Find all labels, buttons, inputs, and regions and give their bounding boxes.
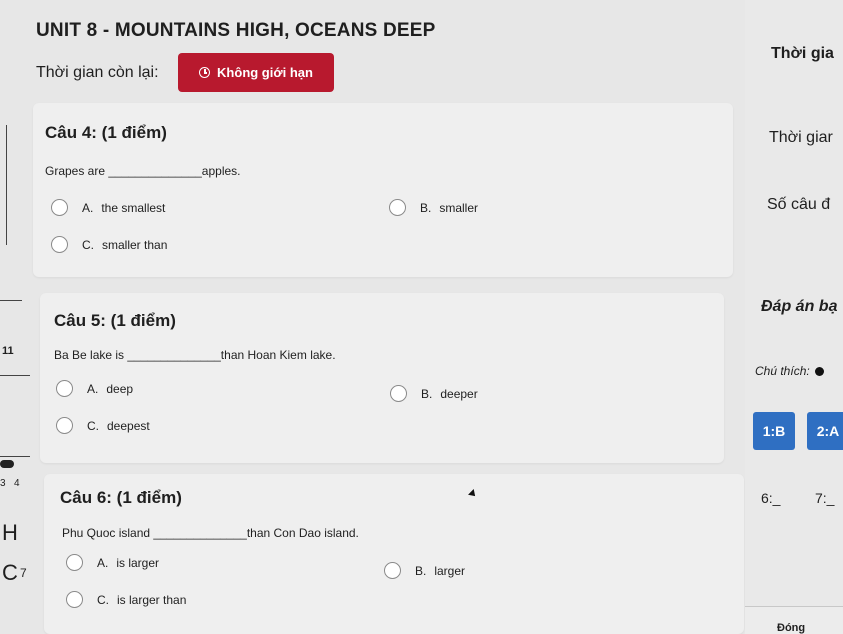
option-c[interactable]: C. is larger than	[66, 591, 186, 608]
edge-mark: C	[2, 560, 18, 585]
question-card-5: Câu 5: (1 điểm) Ba Be lake is __________…	[40, 293, 724, 463]
legend-label: Chú thích:	[755, 364, 810, 378]
legend-dot-icon	[814, 367, 824, 377]
edge-mark: 11	[2, 345, 14, 357]
option-a[interactable]: A. the smallest	[51, 199, 165, 216]
option-b[interactable]: B. larger	[384, 562, 465, 579]
answer-slot-6[interactable]: 6:_	[761, 490, 780, 506]
question-text: Ba Be lake is ______________than Hoan Ki…	[54, 348, 336, 362]
option-letter: A.	[97, 555, 109, 570]
background-edge-marks: 11 3 4 H C 7	[0, 0, 36, 634]
option-letter: B.	[421, 386, 433, 401]
option-letter: B.	[420, 200, 432, 215]
radio-button[interactable]	[66, 554, 83, 571]
radio-button[interactable]	[390, 385, 407, 402]
clock-icon	[199, 67, 211, 78]
edge-mark: 3	[0, 478, 6, 489]
option-label: larger	[434, 563, 466, 578]
question-title: Câu 4: (1 điểm)	[45, 123, 167, 142]
answered-count-label: Số câu đ	[767, 196, 831, 213]
radio-button[interactable]	[56, 380, 73, 397]
option-letter: C.	[82, 237, 94, 252]
answer-slot-7[interactable]: 7:_	[815, 490, 834, 506]
option-label: smaller	[439, 200, 479, 215]
option-b[interactable]: B. smaller	[389, 199, 478, 216]
radio-button[interactable]	[51, 236, 68, 253]
edge-line	[0, 300, 22, 301]
question-text: Phu Quoc island ______________than Con D…	[62, 526, 359, 540]
option-c[interactable]: C. deepest	[56, 417, 150, 434]
edge-line	[0, 125, 7, 245]
option-label: is larger	[116, 555, 160, 570]
radio-button[interactable]	[51, 199, 68, 216]
option-b[interactable]: B. deeper	[390, 385, 478, 402]
question-title: Câu 6: (1 điểm)	[60, 488, 182, 507]
option-letter: C.	[87, 418, 99, 433]
timer-label: Thời gian còn lại:	[36, 64, 159, 81]
page-title: UNIT 8 - MOUNTAINS HIGH, OCEANS DEEP	[36, 20, 436, 41]
sidebar-panel: Thời gia Thời giar Số câu đ Đáp án bạ Ch…	[745, 0, 843, 634]
answer-button-1[interactable]: 1:B	[753, 412, 795, 450]
question-card-4: Câu 4: (1 điểm) Grapes are _____________…	[33, 103, 733, 277]
time-heading: Thời gia	[771, 45, 834, 62]
option-letter: B.	[415, 563, 427, 578]
option-label: smaller than	[102, 237, 168, 252]
time-subheading: Thời giar	[769, 129, 833, 146]
option-label: deepest	[107, 418, 150, 433]
quiz-main-panel: UNIT 8 - MOUNTAINS HIGH, OCEANS DEEP Thờ…	[0, 0, 745, 634]
radio-button[interactable]	[389, 199, 406, 216]
question-title: Câu 5: (1 điểm)	[54, 311, 176, 330]
timer-value: Không giới hạn	[217, 65, 313, 80]
radio-button[interactable]	[66, 591, 83, 608]
option-c[interactable]: C. smaller than	[51, 236, 167, 253]
option-a[interactable]: A. is larger	[66, 554, 159, 571]
edge-blob	[0, 460, 14, 468]
answer-button-2[interactable]: 2:A	[807, 412, 843, 450]
edge-mark: 4	[14, 478, 20, 489]
edge-box	[0, 375, 30, 457]
edge-mark: H	[2, 520, 18, 545]
legend-note: Chú thích:	[755, 364, 824, 378]
radio-button[interactable]	[56, 417, 73, 434]
option-letter: A.	[82, 200, 94, 215]
question-card-6: Câu 6: (1 điểm) Phu Quoc island ________…	[44, 474, 744, 634]
answer-sheet-heading: Đáp án bạ	[761, 298, 838, 315]
edge-mark: 7	[20, 566, 27, 580]
option-letter: A.	[87, 381, 99, 396]
option-label: deeper	[440, 386, 478, 401]
option-label: deep	[106, 381, 134, 396]
option-label: is larger than	[117, 592, 187, 607]
radio-button[interactable]	[384, 562, 401, 579]
close-button[interactable]: Đóng	[777, 622, 805, 634]
option-a[interactable]: A. deep	[56, 380, 133, 397]
option-letter: C.	[97, 592, 109, 607]
timer-badge: Không giới hạn	[178, 53, 334, 92]
question-text: Grapes are ______________apples.	[45, 164, 241, 178]
option-label: the smallest	[101, 200, 166, 215]
